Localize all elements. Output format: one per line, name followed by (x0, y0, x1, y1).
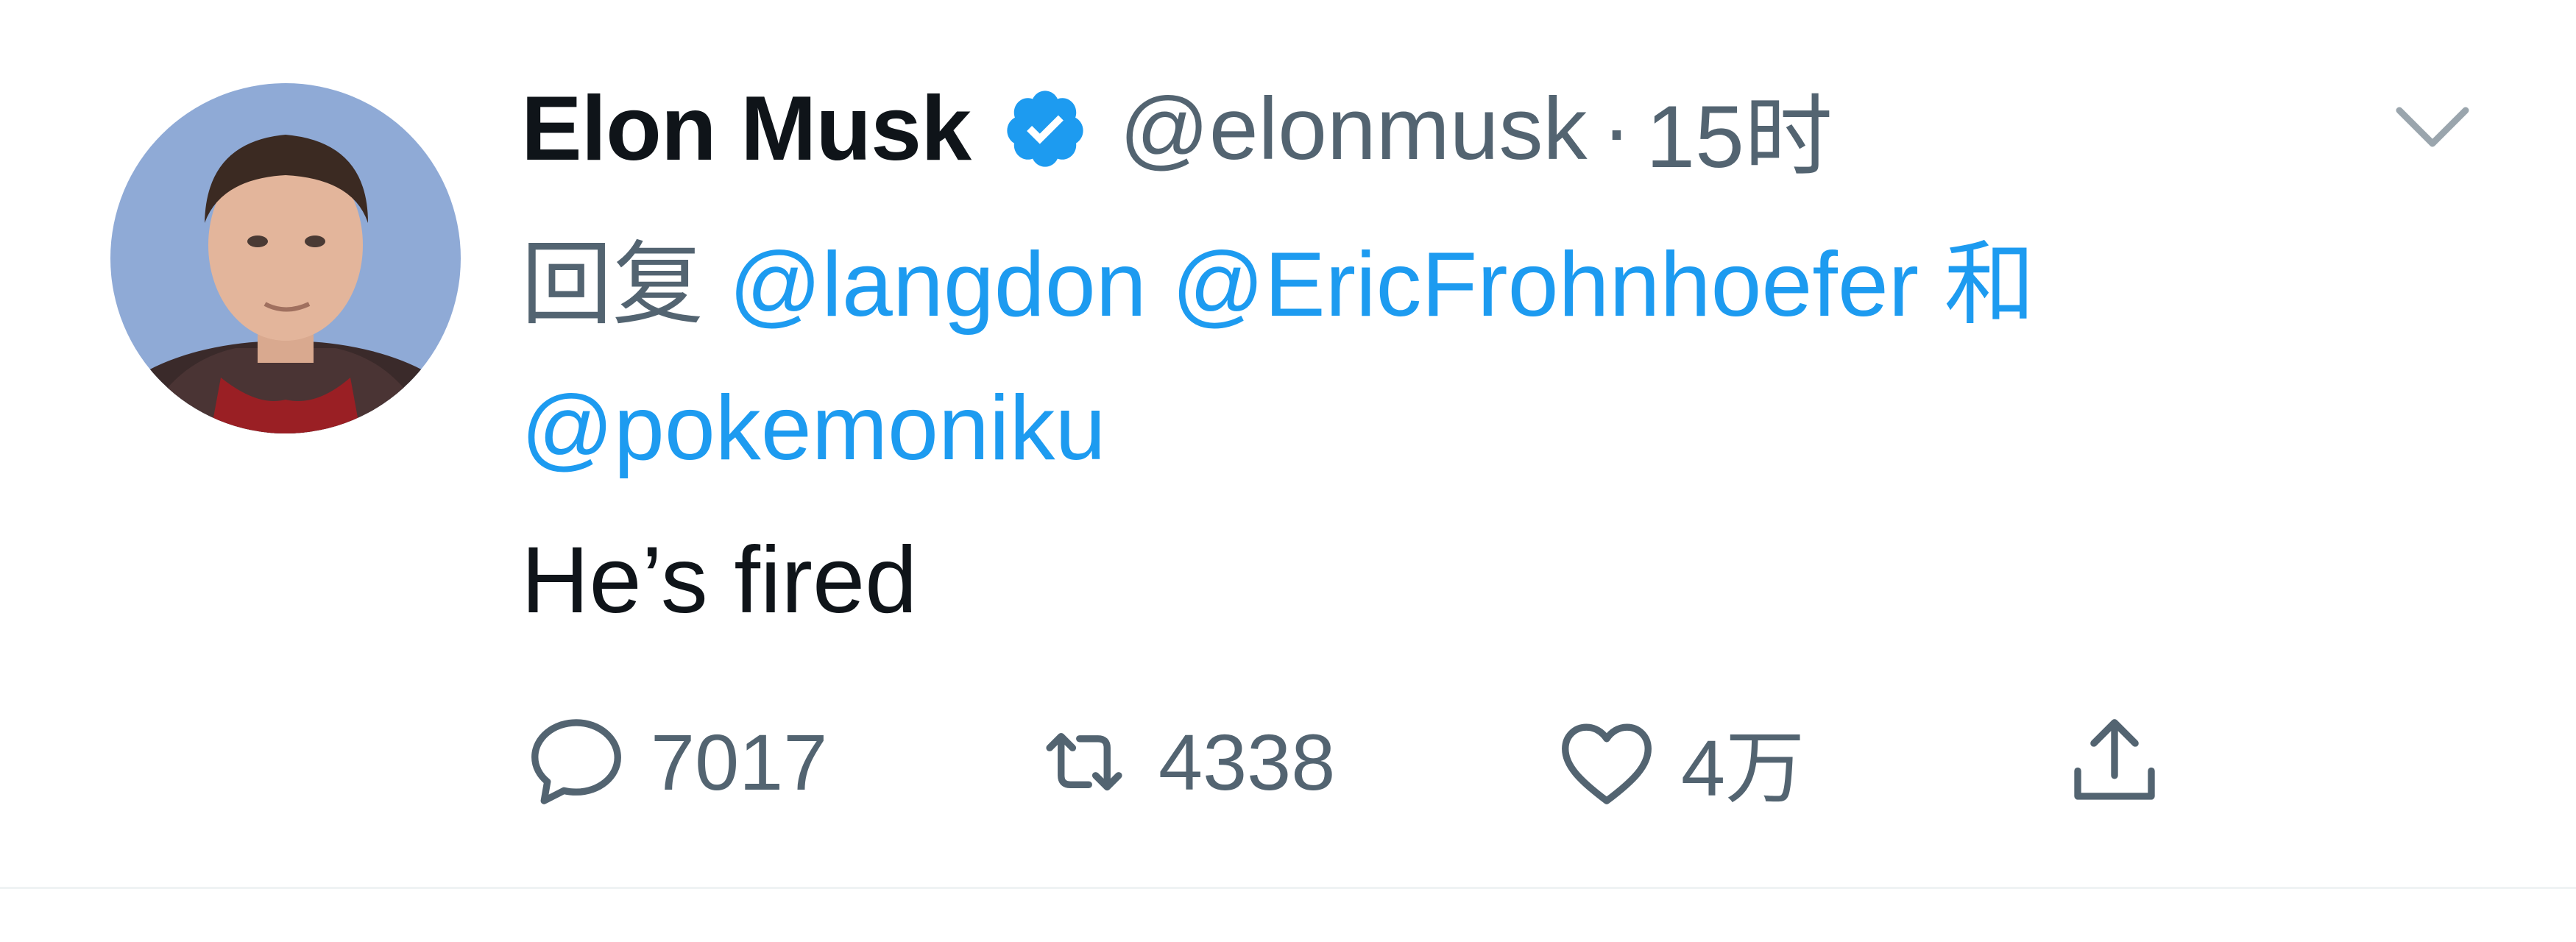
mention-conjunction: 和 (1944, 234, 2036, 336)
mention-link[interactable]: @pokemoniku (521, 378, 1106, 479)
reply-button[interactable]: 7017 (521, 699, 827, 824)
retweet-icon (1046, 732, 1122, 791)
mention-link[interactable]: @EricFrohnhoefer (1172, 234, 1919, 336)
chevron-down-icon[interactable] (2392, 96, 2473, 162)
profile-photo-icon (110, 83, 461, 433)
reply-icon (531, 719, 621, 804)
tweet-text: He’s fired (521, 528, 918, 633)
retweet-button[interactable]: 4338 (1029, 699, 1335, 824)
share-icon (2074, 719, 2155, 800)
timestamp[interactable]: 15时 (1646, 65, 1832, 193)
mention-link[interactable]: @langdon (729, 234, 1146, 336)
reply-count: 7017 (651, 717, 828, 807)
author-handle[interactable]: @elonmusk (1119, 78, 1587, 180)
separator-dot: · (1602, 79, 1632, 178)
retweet-count: 4338 (1158, 717, 1336, 807)
avatar[interactable] (110, 83, 461, 433)
reply-prefix: 回复 (521, 234, 704, 336)
verified-badge-icon (1002, 85, 1089, 172)
reply-context: 回复 @langdon @EricFrohnhoefer 和 @pokemoni… (521, 213, 2287, 500)
divider (0, 887, 2576, 889)
share-button[interactable] (2059, 699, 2170, 824)
like-button[interactable]: 4万 (1551, 699, 1805, 824)
like-count: 4万 (1681, 723, 1805, 812)
heart-icon (1562, 723, 1652, 804)
tweet-card[interactable]: Elon Musk @elonmusk · 15时 回复 @langdon @E… (0, 0, 2576, 942)
tweet-header: Elon Musk @elonmusk · 15时 (521, 77, 1833, 186)
tweet-actions: 7017 4338 4万 (521, 699, 2214, 824)
author-display-name[interactable]: Elon Musk (521, 77, 972, 181)
